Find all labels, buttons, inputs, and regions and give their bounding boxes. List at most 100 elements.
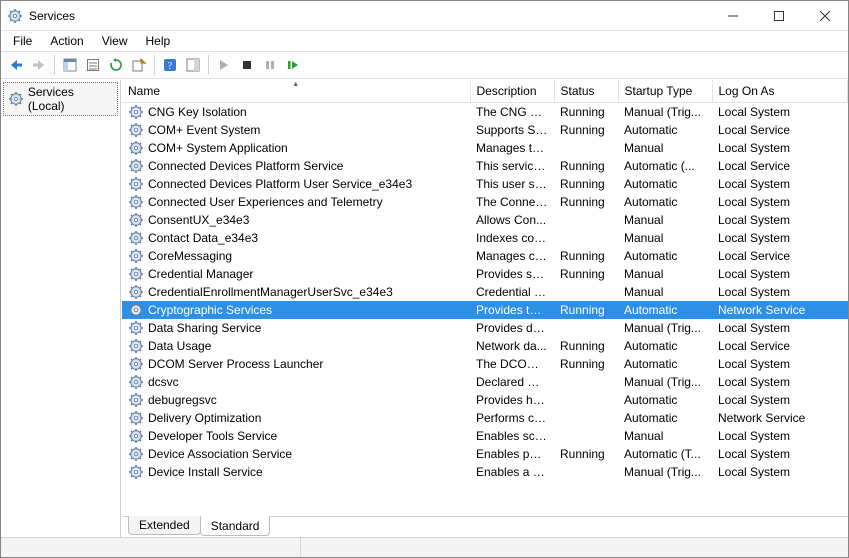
service-logon: Local Service xyxy=(712,121,848,139)
gear-icon xyxy=(128,356,144,372)
service-logon: Network Service xyxy=(712,409,848,427)
column-startup[interactable]: Startup Type xyxy=(618,80,712,103)
service-description: The CNG ke... xyxy=(470,103,554,122)
menu-help[interactable]: Help xyxy=(138,33,179,49)
column-status[interactable]: Status xyxy=(554,80,618,103)
service-status: Running xyxy=(554,445,618,463)
gear-icon xyxy=(8,91,24,107)
service-row[interactable]: Developer Tools ServiceEnables sce...Man… xyxy=(122,427,848,445)
export-list-button[interactable] xyxy=(128,54,150,76)
column-description[interactable]: Description xyxy=(470,80,554,103)
start-service-button[interactable] xyxy=(213,54,235,76)
service-startup: Manual (Trig... xyxy=(618,103,712,122)
column-name[interactable]: Name▴ xyxy=(122,80,470,103)
service-row[interactable]: Device Association ServiceEnables pair..… xyxy=(122,445,848,463)
service-description: The DCOML... xyxy=(470,355,554,373)
menubar: File Action View Help xyxy=(1,31,848,51)
service-name: Connected User Experiences and Telemetry xyxy=(148,195,383,209)
service-row[interactable]: Delivery OptimizationPerforms co...Autom… xyxy=(122,409,848,427)
tab-extended[interactable]: Extended xyxy=(128,516,201,535)
service-logon: Local System xyxy=(712,211,848,229)
service-status: Running xyxy=(554,247,618,265)
forward-button[interactable] xyxy=(28,54,50,76)
service-row[interactable]: COM+ Event SystemSupports Sy...RunningAu… xyxy=(122,121,848,139)
titlebar: Services xyxy=(1,1,848,31)
svg-text:?: ? xyxy=(168,61,173,72)
service-startup: Automatic xyxy=(618,301,712,319)
column-logon[interactable]: Log On As xyxy=(712,80,848,103)
tab-standard[interactable]: Standard xyxy=(200,516,271,536)
window-title: Services xyxy=(29,9,75,23)
service-startup: Manual xyxy=(618,139,712,157)
service-logon: Local Service xyxy=(712,157,848,175)
back-button[interactable] xyxy=(5,54,27,76)
show-hide-tree-button[interactable] xyxy=(59,54,81,76)
help-button[interactable]: ? xyxy=(159,54,181,76)
service-status: Running xyxy=(554,175,618,193)
service-row[interactable]: dcsvcDeclared Co...Manual (Trig...Local … xyxy=(122,373,848,391)
service-description: Enables a c... xyxy=(470,463,554,481)
service-status xyxy=(554,391,618,409)
menu-action[interactable]: Action xyxy=(42,33,91,49)
service-description: Credential E... xyxy=(470,283,554,301)
service-startup: Automatic xyxy=(618,121,712,139)
gear-icon xyxy=(128,374,144,390)
service-logon: Local System xyxy=(712,103,848,122)
service-status xyxy=(554,463,618,481)
refresh-button[interactable] xyxy=(105,54,127,76)
service-name: ConsentUX_e34e3 xyxy=(148,213,249,227)
service-row[interactable]: Device Install ServiceEnables a c...Manu… xyxy=(122,463,848,481)
gear-icon xyxy=(128,392,144,408)
service-row[interactable]: Data Sharing ServiceProvides da...Manual… xyxy=(122,319,848,337)
service-logon: Local System xyxy=(712,193,848,211)
service-row[interactable]: CNG Key IsolationThe CNG ke...RunningMan… xyxy=(122,103,848,122)
gear-icon xyxy=(128,446,144,462)
service-row[interactable]: CredentialEnrollmentManagerUserSvc_e34e3… xyxy=(122,283,848,301)
service-description: Indexes con... xyxy=(470,229,554,247)
service-row[interactable]: ConsentUX_e34e3Allows Con...ManualLocal … xyxy=(122,211,848,229)
close-button[interactable] xyxy=(802,1,848,30)
nav-services-local[interactable]: Services (Local) xyxy=(3,82,118,116)
service-startup: Automatic xyxy=(618,355,712,373)
service-row[interactable]: Connected Devices Platform ServiceThis s… xyxy=(122,157,848,175)
properties-button[interactable] xyxy=(82,54,104,76)
stop-service-button[interactable] xyxy=(236,54,258,76)
service-row[interactable]: debugregsvcProvides hel...AutomaticLocal… xyxy=(122,391,848,409)
gear-icon xyxy=(128,194,144,210)
service-row[interactable]: COM+ System ApplicationManages th...Manu… xyxy=(122,139,848,157)
service-logon: Local System xyxy=(712,139,848,157)
service-row[interactable]: Contact Data_e34e3Indexes con...ManualLo… xyxy=(122,229,848,247)
restart-service-button[interactable] xyxy=(282,54,304,76)
service-row[interactable]: Credential ManagerProvides se...RunningM… xyxy=(122,265,848,283)
service-description: Declared Co... xyxy=(470,373,554,391)
gear-icon xyxy=(128,212,144,228)
gear-icon xyxy=(128,266,144,282)
maximize-button[interactable] xyxy=(756,1,802,30)
view-tabs: Extended Standard xyxy=(122,516,848,537)
pause-service-button[interactable] xyxy=(259,54,281,76)
gear-icon xyxy=(128,320,144,336)
gear-icon xyxy=(128,302,144,318)
gear-icon xyxy=(128,464,144,480)
service-row[interactable]: Data UsageNetwork da...RunningAutomaticL… xyxy=(122,337,848,355)
service-description: Manages th... xyxy=(470,139,554,157)
service-startup: Automatic xyxy=(618,391,712,409)
service-row[interactable]: Connected User Experiences and Telemetry… xyxy=(122,193,848,211)
service-name: Contact Data_e34e3 xyxy=(148,231,258,245)
service-row[interactable]: DCOM Server Process LauncherThe DCOML...… xyxy=(122,355,848,373)
menu-view[interactable]: View xyxy=(94,33,136,49)
service-logon: Local Service xyxy=(712,247,848,265)
service-row[interactable]: Cryptographic ServicesProvides thr...Run… xyxy=(122,301,848,319)
service-startup: Manual xyxy=(618,229,712,247)
service-row[interactable]: Connected Devices Platform User Service_… xyxy=(122,175,848,193)
service-logon: Local System xyxy=(712,373,848,391)
service-status: Running xyxy=(554,103,618,122)
menu-file[interactable]: File xyxy=(5,33,40,49)
services-list[interactable]: Name▴ Description Status Startup Type Lo… xyxy=(122,80,848,516)
minimize-button[interactable] xyxy=(710,1,756,30)
action-pane-button[interactable] xyxy=(182,54,204,76)
service-startup: Automatic xyxy=(618,175,712,193)
service-row[interactable]: CoreMessagingManages co...RunningAutomat… xyxy=(122,247,848,265)
service-status: Running xyxy=(554,157,618,175)
service-startup: Manual xyxy=(618,211,712,229)
